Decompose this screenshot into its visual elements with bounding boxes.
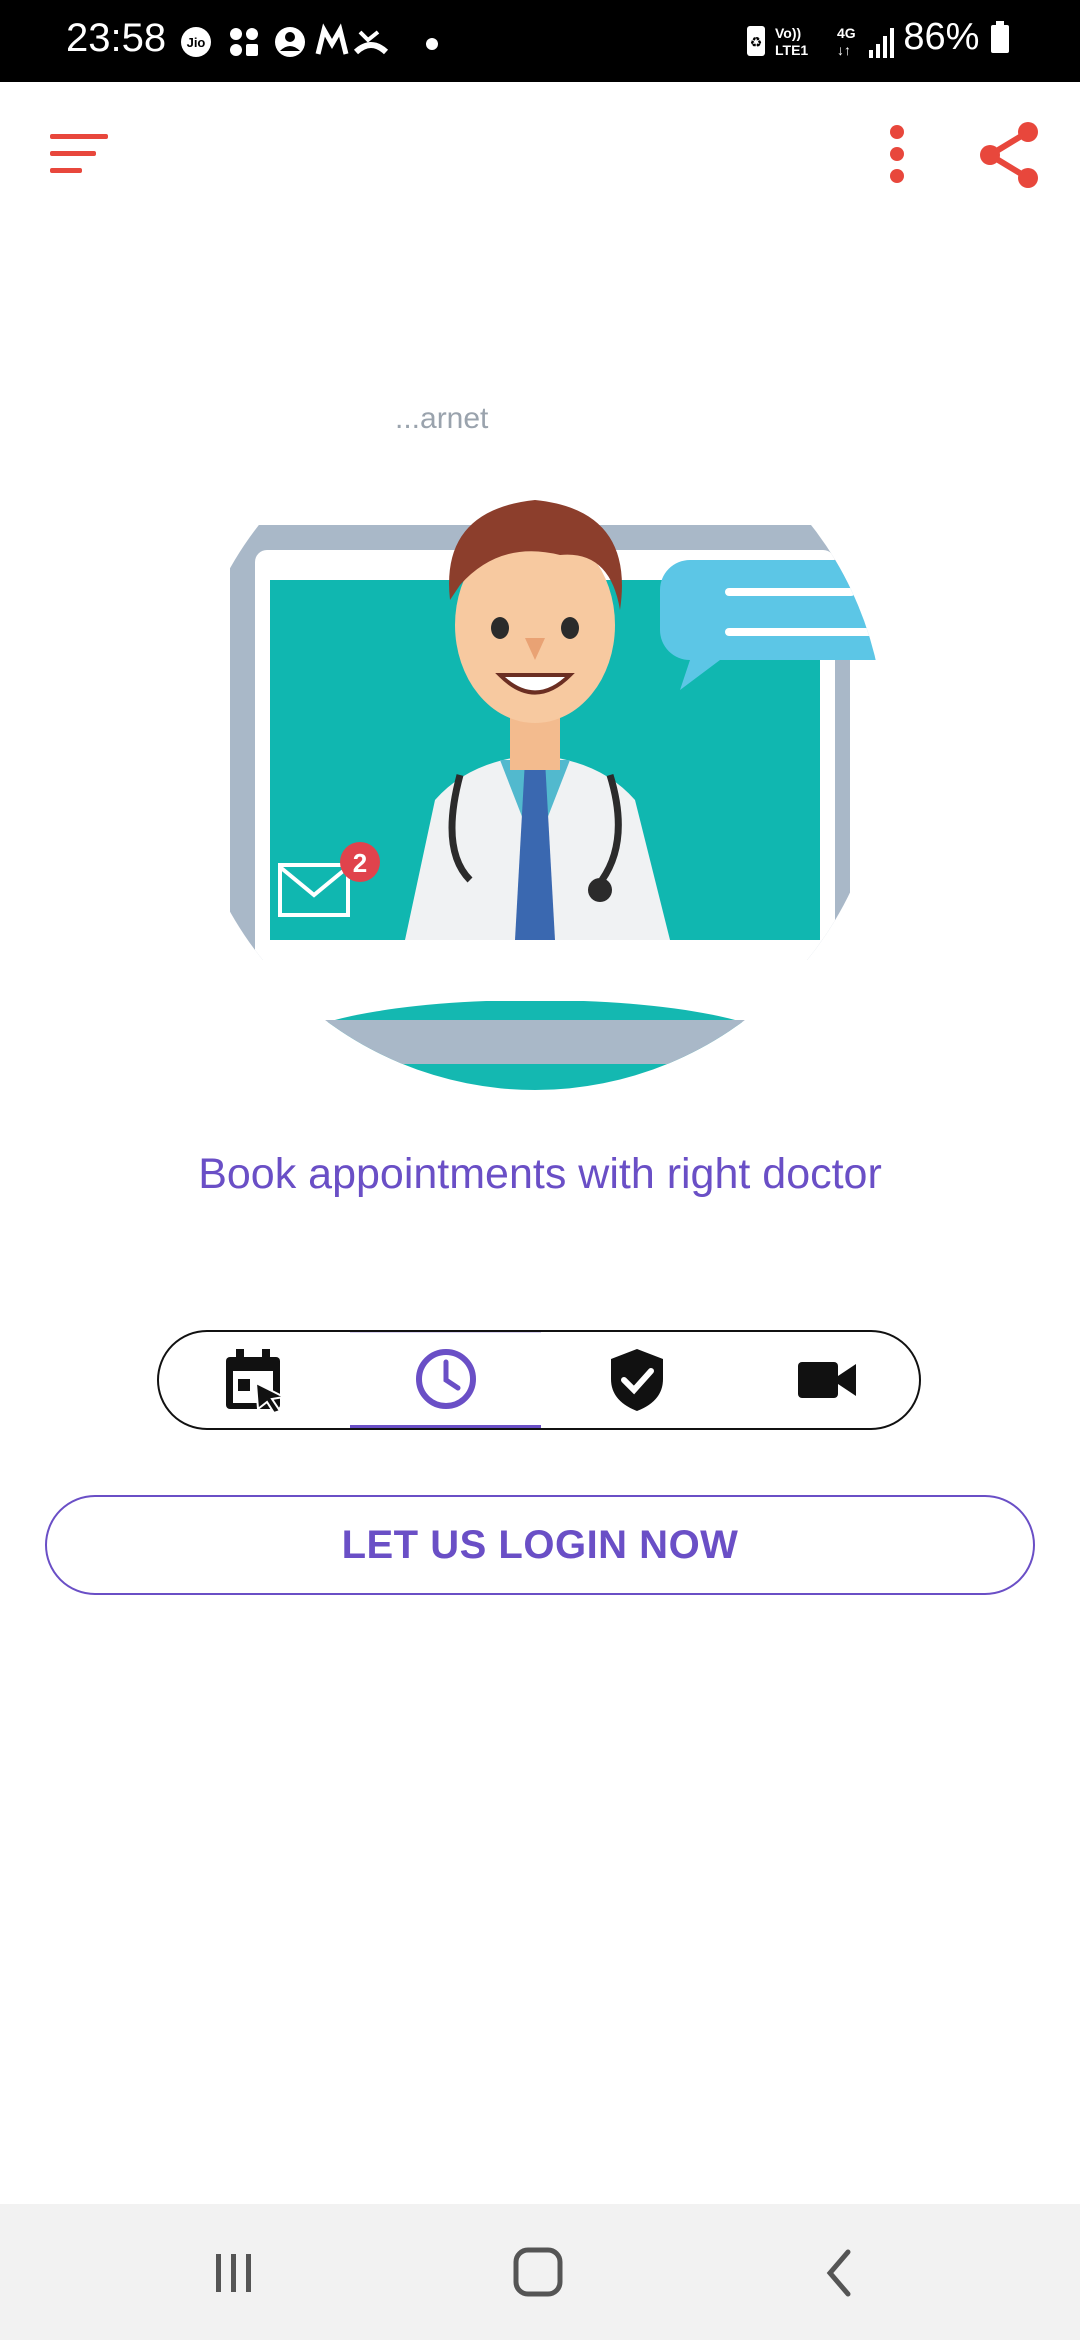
apps-icon — [230, 28, 258, 56]
toolbar — [0, 82, 1080, 232]
account-icon — [275, 27, 305, 57]
login-button[interactable]: LET US LOGIN NOW — [45, 1495, 1035, 1595]
more-vert-icon[interactable] — [883, 124, 911, 184]
svg-text:2: 2 — [353, 848, 367, 878]
dot-icon — [426, 38, 438, 50]
tagline: Book appointments with right doctor — [198, 1150, 882, 1198]
clock-icon — [415, 1349, 476, 1409]
system-nav-bar — [0, 2204, 1080, 2340]
svg-text:Vo)): Vo)) — [775, 25, 801, 41]
4g-icon: 4G↓↑ — [837, 25, 856, 58]
notification-icons: Jio — [181, 23, 438, 57]
doctor-illustration: ...arnet 2 — [230, 402, 885, 1090]
illustration-caption: ...arnet — [395, 402, 489, 435]
svg-text:4G: 4G — [837, 25, 856, 41]
video-camera-icon — [797, 1362, 856, 1398]
home-icon[interactable] — [510, 2242, 570, 2302]
svg-text:Jio: Jio — [187, 35, 206, 50]
shield-check-icon — [610, 1349, 663, 1411]
feature-schedule[interactable] — [350, 1332, 541, 1428]
feature-book-appointment[interactable] — [159, 1332, 350, 1428]
status-bar: 23:58 Jio ♻ Vo)) LTE1 4G ↓↑ 86% — [0, 0, 1080, 82]
feature-secure[interactable] — [541, 1332, 732, 1428]
missed-call-icon — [353, 30, 389, 55]
recents-icon[interactable] — [212, 2242, 256, 2302]
share-icon[interactable] — [978, 122, 1040, 188]
volte-icon: Vo))LTE1 — [775, 25, 808, 58]
jio-icon: Jio — [181, 27, 211, 57]
battery-saver-icon: ♻ — [747, 26, 765, 56]
status-time: 23:58 — [66, 16, 167, 60]
sort-icon[interactable] — [50, 132, 110, 176]
feature-video-consult[interactable] — [732, 1332, 919, 1428]
battery-icon — [991, 21, 1009, 53]
svg-text:↓↑: ↓↑ — [837, 42, 851, 58]
battery-percent: 86% — [903, 16, 1010, 59]
gmail-icon — [315, 23, 349, 55]
feature-selector — [157, 1330, 921, 1430]
back-icon[interactable] — [820, 2242, 860, 2302]
signal-icon — [869, 28, 894, 58]
svg-text:LTE1: LTE1 — [775, 42, 808, 58]
svg-text:♻: ♻ — [750, 34, 763, 50]
calendar-click-icon — [225, 1349, 286, 1413]
